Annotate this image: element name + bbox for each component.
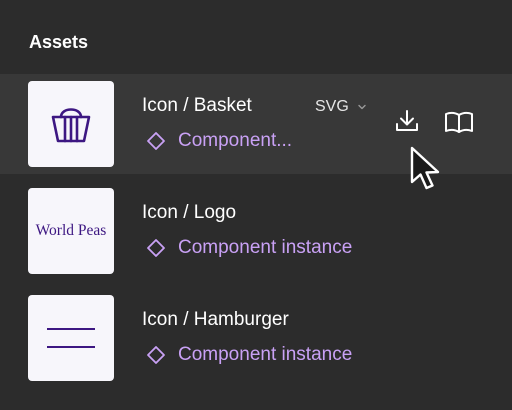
panel-title: Assets [29, 32, 89, 52]
assets-panel: Assets Icon / Basket Component... SVG Wo… [0, 0, 512, 410]
hamburger-icon [47, 328, 95, 348]
asset-name: Icon / Basket [142, 95, 252, 116]
asset-name: Icon / Hamburger [142, 309, 289, 330]
export-format-select[interactable]: SVG [315, 98, 367, 116]
download-button[interactable] [394, 108, 420, 139]
asset-thumbnail-hamburger [28, 295, 114, 381]
asset-type-label: Component instance [178, 344, 353, 365]
component-instance-icon [147, 239, 165, 257]
asset-type: Component instance [146, 237, 352, 259]
asset-type: Component... [146, 130, 292, 152]
world-peas-wordmark: World Peas [35, 222, 107, 239]
component-instance-icon [147, 346, 165, 364]
basket-icon [51, 108, 91, 143]
asset-thumbnail-basket [28, 81, 114, 167]
asset-type-label: Component... [178, 130, 293, 151]
asset-type: Component instance [146, 344, 352, 366]
component-instance-icon [147, 132, 165, 150]
asset-thumbnail-logo: World Peas [28, 188, 114, 274]
asset-row-hamburger[interactable]: Icon / Hamburger Component instance [0, 288, 512, 388]
view-docs-button[interactable] [444, 111, 474, 138]
asset-type-label: Component instance [178, 237, 353, 258]
asset-row-logo[interactable]: World Peas Icon / Logo Component instanc… [0, 181, 512, 281]
open-book-icon [445, 111, 473, 133]
chevron-down-icon [358, 104, 366, 110]
asset-name: Icon / Logo [142, 202, 237, 223]
format-select-value: SVG [315, 98, 349, 115]
asset-row-basket[interactable]: Icon / Basket Component... SVG [0, 74, 512, 174]
download-icon [396, 110, 418, 131]
